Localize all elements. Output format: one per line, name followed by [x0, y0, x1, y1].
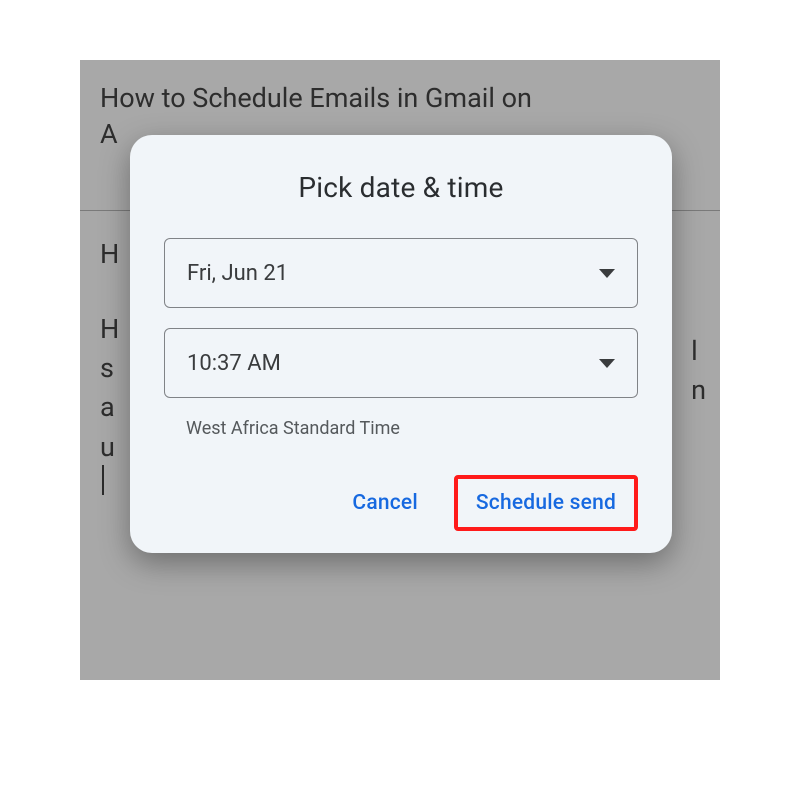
body-right-line: l [691, 332, 706, 371]
time-value: 10:37 AM [187, 351, 281, 376]
body-right-line: n [691, 371, 706, 410]
screenshot-frame: How to Schedule Emails in Gmail on A H H… [80, 60, 720, 680]
body-line: H [100, 310, 119, 349]
text-cursor [102, 465, 104, 495]
background-body: H H s a u [100, 235, 119, 467]
dialog-actions: Cancel Schedule send [164, 475, 638, 531]
schedule-dialog: Pick date & time Fri, Jun 21 10:37 AM We… [130, 135, 672, 553]
timezone-label: West Africa Standard Time [186, 418, 638, 439]
date-picker-field[interactable]: Fri, Jun 21 [164, 238, 638, 308]
background-body-right: l n [691, 332, 706, 410]
body-line: u [100, 428, 119, 467]
chevron-down-icon [599, 359, 615, 368]
body-line: s [100, 349, 119, 388]
schedule-send-button[interactable]: Schedule send [454, 475, 638, 531]
time-picker-field[interactable]: 10:37 AM [164, 328, 638, 398]
body-line: H [100, 235, 119, 274]
cancel-button[interactable]: Cancel [330, 475, 439, 531]
dialog-title: Pick date & time [164, 171, 638, 204]
heading-text-2: A [100, 118, 118, 150]
date-value: Fri, Jun 21 [187, 261, 288, 286]
chevron-down-icon [599, 269, 615, 278]
body-line: a [100, 388, 119, 427]
heading-text: How to Schedule Emails in Gmail on [100, 82, 532, 114]
